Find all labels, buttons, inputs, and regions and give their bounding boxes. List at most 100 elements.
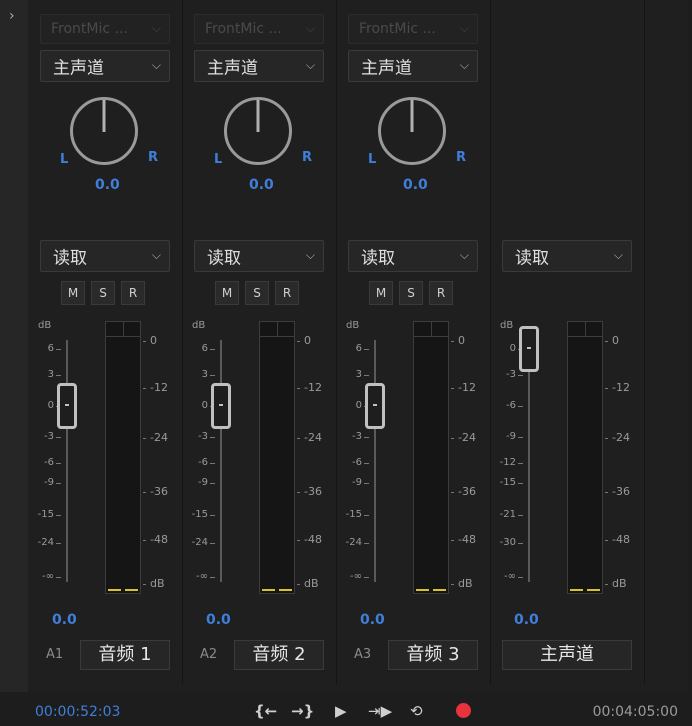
volume-fader[interactable] <box>211 383 231 429</box>
output-routing-select[interactable]: 主声道 ⌵ <box>194 50 324 82</box>
current-timecode[interactable]: 00:00:52:03 <box>35 704 120 720</box>
pan-knob[interactable] <box>224 97 292 165</box>
go-to-in-icon[interactable]: {← <box>254 702 277 720</box>
pan-value[interactable]: 0.0 <box>95 177 120 193</box>
go-to-out-icon[interactable]: →} <box>291 702 314 720</box>
button-r[interactable]: R <box>275 281 299 305</box>
fader-tick <box>364 375 369 376</box>
meter-scale-label: -48 <box>150 533 168 546</box>
input-select[interactable]: FrontMic ... ⌵ <box>348 14 478 44</box>
fader-scale-label: -∞ <box>42 571 54 582</box>
fader-scale-label: -15 <box>499 477 516 488</box>
fader-db-label: dB <box>38 320 52 331</box>
clip-indicator-left[interactable] <box>106 322 124 337</box>
volume-fader[interactable] <box>57 383 77 429</box>
track-name[interactable]: 音频 3 <box>388 640 478 670</box>
meter-scale-label: dB <box>150 577 165 590</box>
fader-scale-label: -30 <box>499 537 516 548</box>
pan-knob[interactable] <box>378 97 446 165</box>
pan-knob[interactable] <box>70 97 138 165</box>
clip-indicator-right[interactable] <box>431 322 448 337</box>
chevron-right-icon[interactable]: › <box>9 8 15 24</box>
level-meter <box>567 321 603 594</box>
automation-mode-select[interactable]: 读取 ⌵ <box>348 240 478 272</box>
meter-tick <box>297 341 300 342</box>
clip-indicator-right[interactable] <box>585 322 602 337</box>
clip-indicator-left[interactable] <box>260 322 278 337</box>
meter-tick <box>605 540 608 541</box>
button-r[interactable]: R <box>121 281 145 305</box>
input-select[interactable]: FrontMic ... ⌵ <box>40 14 170 44</box>
play-icon[interactable]: ▶ <box>335 702 347 720</box>
meter-scale-label: dB <box>304 577 319 590</box>
chevron-down-icon: ⌵ <box>613 247 623 262</box>
fader-scale-label: -9 <box>506 431 516 442</box>
volume-fader[interactable] <box>519 326 539 372</box>
output-routing-select[interactable]: 主声道 ⌵ <box>40 50 170 82</box>
button-m[interactable]: M <box>215 281 239 305</box>
fader-db-label: dB <box>346 320 360 331</box>
fader-scale-label: 3 <box>355 369 362 380</box>
button-r[interactable]: R <box>429 281 453 305</box>
pan-left-label: L <box>214 152 223 167</box>
fader-scale-label: -∞ <box>350 571 362 582</box>
pan-value[interactable]: 0.0 <box>403 177 428 193</box>
fader-tick <box>56 437 61 438</box>
track-name[interactable]: 音频 2 <box>234 640 324 670</box>
loop-icon[interactable]: ⟲ <box>410 702 423 720</box>
fader-tick <box>518 375 523 376</box>
pan-right-label: R <box>302 150 313 165</box>
strip-divider <box>490 0 491 684</box>
volume-fader[interactable] <box>365 383 385 429</box>
input-select[interactable]: FrontMic ... ⌵ <box>194 14 324 44</box>
chevron-down-icon: ⌵ <box>459 57 469 72</box>
volume-value[interactable]: 0.0 <box>514 612 539 628</box>
meter-tick <box>451 341 454 342</box>
fader-scale-label: -15 <box>191 509 208 520</box>
button-s[interactable]: S <box>399 281 423 305</box>
output-routing-select[interactable]: 主声道 ⌵ <box>348 50 478 82</box>
button-s[interactable]: S <box>245 281 269 305</box>
fader-tick <box>364 577 369 578</box>
pan-value[interactable]: 0.0 <box>249 177 274 193</box>
automation-mode-select[interactable]: 读取 ⌵ <box>502 240 632 272</box>
fader-scale-label: -3 <box>506 369 516 380</box>
fader-scale-label: -24 <box>345 537 362 548</box>
clip-indicator-left[interactable] <box>568 322 586 337</box>
record-icon[interactable] <box>456 703 471 718</box>
volume-value[interactable]: 0.0 <box>52 612 77 628</box>
volume-value[interactable]: 0.0 <box>360 612 385 628</box>
meter-tick <box>143 492 146 493</box>
meter-scale-label: 0 <box>458 334 465 347</box>
fader-tick <box>56 483 61 484</box>
volume-value[interactable]: 0.0 <box>206 612 231 628</box>
fader-scale-label: -6 <box>352 457 362 468</box>
master-track-name[interactable]: 主声道 <box>502 640 632 670</box>
track-name[interactable]: 音频 1 <box>80 640 170 670</box>
fader-scale-label: -9 <box>44 477 54 488</box>
meter-tick <box>451 438 454 439</box>
automation-mode-label: 读取 <box>207 248 241 269</box>
fader-scale-label: 3 <box>201 369 208 380</box>
button-m[interactable]: M <box>61 281 85 305</box>
fader-tick <box>518 577 523 578</box>
fader-scale-label: -6 <box>506 400 516 411</box>
pan-needle <box>256 100 260 132</box>
panel-collapse-bar[interactable]: › <box>0 0 29 692</box>
meter-scale-label: 0 <box>304 334 311 347</box>
clip-indicator-left[interactable] <box>414 322 432 337</box>
clip-indicator-right[interactable] <box>123 322 140 337</box>
pan-left-label: L <box>368 152 377 167</box>
meter-tick <box>297 540 300 541</box>
input-select-label: FrontMic ... <box>205 21 282 37</box>
button-m[interactable]: M <box>369 281 393 305</box>
meter-scale-label: -24 <box>304 431 322 444</box>
automation-mode-select[interactable]: 读取 ⌵ <box>194 240 324 272</box>
clip-indicator-right[interactable] <box>277 322 294 337</box>
fader-scale-label: -24 <box>37 537 54 548</box>
fader-scale-label: 0 <box>201 400 208 411</box>
button-s[interactable]: S <box>91 281 115 305</box>
fader-track <box>220 340 222 582</box>
automation-mode-select[interactable]: 读取 ⌵ <box>40 240 170 272</box>
play-in-to-out-icon[interactable]: ⇥▶ <box>368 702 392 720</box>
